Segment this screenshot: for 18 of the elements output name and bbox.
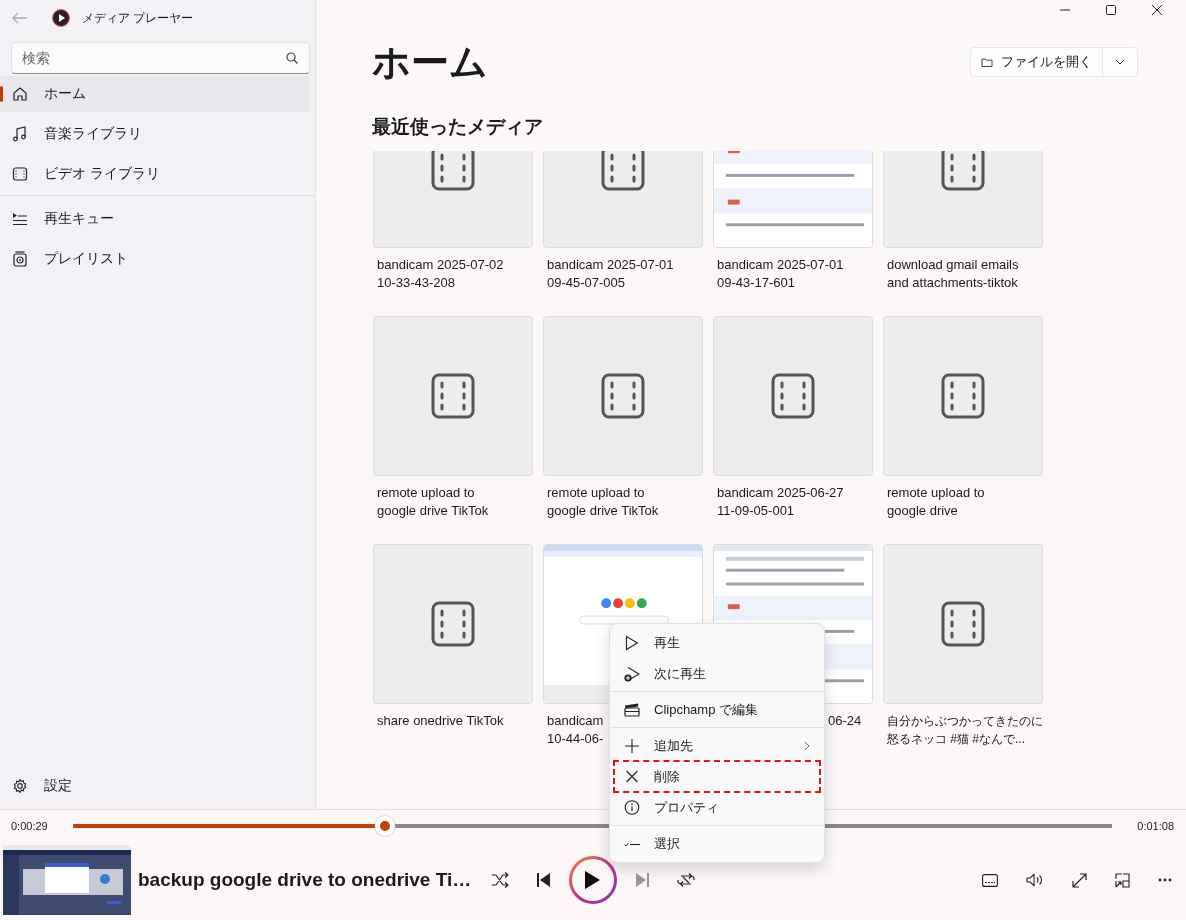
media-title: bandicam 10-44-06- [546,712,605,748]
media-title: remote upload to google drive [886,484,986,520]
section-title: 最近使ったメディア [372,115,544,139]
media-title: bandicam 2025-07-01 09-45-07-005 [546,256,675,292]
elapsed-time: 0:00:29 [11,820,49,832]
media-title: remote upload to google drive TikTok [376,484,490,520]
media-title: bandicam 2025-06-27 11-09-05-001 [716,484,845,520]
media-title: download gmail emails and attachments-tiktok [886,256,1020,292]
media-title: bandicam 2025-07-01 09-43-17-601 [716,256,845,292]
media-title: remote upload to google drive TikTok [546,484,660,520]
media-title: bandicam 2025-07-02 10-33-43-208 [376,256,505,292]
media-title: 06-24 [827,712,863,730]
page-title: ホーム [372,40,488,85]
media-title: 自分からぶつかってきたのに 怒るネッコ #猫 #なんで... [886,713,1044,748]
window-title: メディア プレーヤー [82,9,194,27]
total-time: 0:01:08 [1136,820,1174,832]
media-title: share onedrive TikTok [376,712,505,730]
now-playing-title: backup google drive to onedrive Ti… [138,868,472,892]
